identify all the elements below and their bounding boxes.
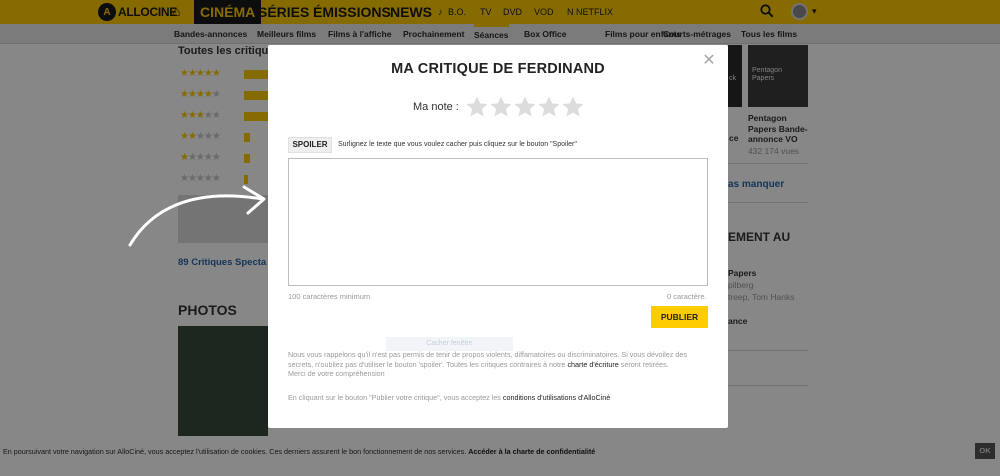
spoiler-button[interactable]: SPOILER [288,137,332,153]
star-icon[interactable] [537,95,561,119]
legal-text: seront retirées. [618,359,669,369]
consent-text: En cliquant sur le bouton "Publier votre… [288,393,503,402]
legal-notice: Nous vous rappelons qu'il n'est pas perm… [288,350,708,379]
min-characters-hint: 100 caractères minimum [288,292,371,301]
publish-button[interactable]: PUBLIER [651,306,708,328]
star-icon[interactable] [561,95,585,119]
charte-link[interactable]: charte d'écriture [567,360,618,369]
review-textarea[interactable] [288,158,708,286]
arrow-icon [128,185,266,247]
star-icon[interactable] [489,95,513,119]
legal-thanks: Merci de votre compréhension [288,369,385,379]
review-modal: MA CRITIQUE DE FERDINAND ✕ Ma note : SPO… [268,45,728,428]
faded-label: Cacher fenêtre [386,337,513,351]
star-icon[interactable] [465,95,489,119]
consent-notice: En cliquant sur le bouton "Publier votre… [288,393,708,402]
conditions-link[interactable]: conditions d'utilisations d'AlloCiné [503,393,610,402]
modal-title: MA CRITIQUE DE FERDINAND [391,61,605,77]
star-rating[interactable] [465,95,585,119]
close-icon[interactable]: ✕ [701,53,717,69]
star-icon[interactable] [513,95,537,119]
character-count: 0 caractère. [667,292,707,301]
rating-label: Ma note : [413,101,459,113]
spoiler-hint: Surlignez le texte que vous voulez cache… [338,141,577,148]
